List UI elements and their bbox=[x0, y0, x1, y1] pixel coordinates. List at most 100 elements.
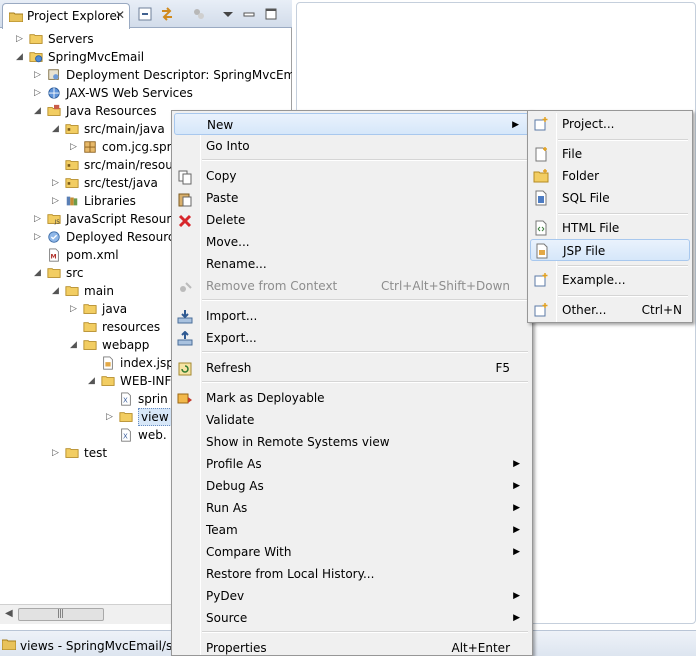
expand-toggle-icon[interactable]: ◢ bbox=[34, 264, 44, 282]
collapse-all-icon[interactable] bbox=[138, 7, 152, 21]
tree-item[interactable]: ▷ JAX-WS Web Services bbox=[0, 84, 292, 102]
tree-item-label: view bbox=[138, 408, 172, 426]
sql-file-icon bbox=[535, 190, 547, 206]
menu-item-refresh[interactable]: Refresh F5 bbox=[174, 357, 530, 379]
menu-item-mark-as-deployable[interactable]: Mark as Deployable bbox=[174, 387, 530, 409]
submenu-arrow-icon: ▶ bbox=[513, 459, 520, 469]
menu-item-remove-from-context[interactable]: Remove from Context Ctrl+Alt+Shift+Down bbox=[174, 275, 530, 297]
expand-toggle-icon[interactable]: ▷ bbox=[52, 192, 62, 210]
tree-item[interactable]: ▷ Servers bbox=[0, 30, 292, 48]
menu-item-debug-as[interactable]: Debug As ▶ bbox=[174, 475, 530, 497]
menu-item-label: File bbox=[562, 147, 583, 161]
expand-toggle-icon[interactable]: ▷ bbox=[70, 300, 80, 318]
menu-item-label: Debug As bbox=[206, 479, 264, 493]
tree-item-label: Libraries bbox=[84, 194, 136, 208]
maximize-icon[interactable] bbox=[264, 7, 278, 21]
expand-toggle-icon[interactable]: ▷ bbox=[52, 174, 62, 192]
menu-item-label: Copy bbox=[206, 169, 237, 183]
new-menu-item-file[interactable]: File bbox=[530, 143, 690, 165]
tree-item-label: Deployment Descriptor: SpringMvcEmail bbox=[66, 68, 292, 82]
expand-toggle-icon[interactable]: ▷ bbox=[52, 444, 62, 462]
scrollbar-thumb[interactable]: ||| bbox=[18, 608, 104, 621]
new-menu-item-sql-file[interactable]: SQL File bbox=[530, 187, 690, 209]
tree-item-label: Servers bbox=[48, 32, 94, 46]
view-menu-icon[interactable] bbox=[222, 7, 234, 21]
link-with-editor-icon[interactable] bbox=[160, 7, 174, 21]
minimize-icon[interactable] bbox=[242, 7, 256, 21]
menu-item-run-as[interactable]: Run As ▶ bbox=[174, 497, 530, 519]
folder-icon bbox=[83, 322, 97, 332]
folder-icon bbox=[83, 340, 97, 350]
menu-item-label: Example... bbox=[562, 273, 626, 287]
maven-file-icon: M bbox=[49, 248, 59, 262]
svg-text:X: X bbox=[123, 433, 128, 441]
jsp-file-icon bbox=[103, 356, 113, 370]
menu-item-profile-as[interactable]: Profile As ▶ bbox=[174, 453, 530, 475]
menu-item-go-into[interactable]: Go Into bbox=[174, 135, 530, 157]
menu-item-export[interactable]: Export... bbox=[174, 327, 530, 349]
new-menu-item-other[interactable]: Other... Ctrl+N bbox=[530, 299, 690, 321]
folder-icon bbox=[65, 286, 79, 296]
menu-item-pydev[interactable]: PyDev ▶ bbox=[174, 585, 530, 607]
menu-item-compare-with[interactable]: Compare With ▶ bbox=[174, 541, 530, 563]
menu-separator bbox=[558, 265, 688, 267]
expand-toggle-icon[interactable]: ▷ bbox=[16, 30, 26, 48]
tree-item-label: src/main/java bbox=[84, 122, 165, 136]
expand-toggle-icon[interactable]: ▷ bbox=[106, 408, 116, 426]
menu-item-label: Run As bbox=[206, 501, 248, 515]
tree-item-label: com.jcg.spr bbox=[102, 140, 172, 154]
new-menu-item-project[interactable]: Project... bbox=[530, 113, 690, 135]
expand-toggle-icon[interactable]: ◢ bbox=[52, 120, 62, 138]
menu-item-label: Source bbox=[206, 611, 248, 625]
menu-item-delete[interactable]: Delete bbox=[174, 209, 530, 231]
source-folder-icon bbox=[65, 178, 79, 188]
menu-item-new[interactable]: New ▶ bbox=[174, 113, 530, 135]
menu-item-label: Validate bbox=[206, 413, 255, 427]
expand-toggle-icon[interactable]: ▷ bbox=[34, 66, 44, 84]
other-wizard-icon bbox=[534, 303, 548, 317]
deployable-icon bbox=[177, 393, 192, 404]
expand-toggle-icon[interactable]: ◢ bbox=[52, 282, 62, 300]
project-explorer-tab[interactable]: Project Explorer ✕ bbox=[2, 3, 130, 29]
tree-item[interactable]: ◢ SpringMvcEmail bbox=[0, 48, 292, 66]
scroll-left-icon[interactable]: ◀ bbox=[5, 608, 13, 619]
expand-toggle-icon[interactable]: ◢ bbox=[70, 336, 80, 354]
menu-item-import[interactable]: Import... bbox=[174, 305, 530, 327]
expand-toggle-icon[interactable]: ▷ bbox=[70, 138, 80, 156]
menu-item-team[interactable]: Team ▶ bbox=[174, 519, 530, 541]
expand-toggle-icon[interactable]: ▷ bbox=[34, 84, 44, 102]
menu-item-validate[interactable]: Validate bbox=[174, 409, 530, 431]
menu-separator bbox=[558, 213, 688, 215]
focus-on-task-icon[interactable] bbox=[192, 7, 206, 21]
menu-item-copy[interactable]: Copy bbox=[174, 165, 530, 187]
close-icon[interactable]: ✕ bbox=[115, 8, 125, 22]
context-menu: New ▶ Go Into Copy Paste Delete Move... Rename.… bbox=[171, 110, 533, 656]
new-menu-item-example[interactable]: Example... bbox=[530, 269, 690, 291]
tree-item[interactable]: ▷ Deployment Descriptor: SpringMvcEmail bbox=[0, 66, 292, 84]
tree-item-label: sprin bbox=[138, 392, 168, 406]
menu-item-restore-from-local-history[interactable]: Restore from Local History... bbox=[174, 563, 530, 585]
menu-item-rename[interactable]: Rename... bbox=[174, 253, 530, 275]
expand-toggle-icon[interactable]: ◢ bbox=[88, 372, 98, 390]
menu-item-show-in-remote-systems-view[interactable]: Show in Remote Systems view bbox=[174, 431, 530, 453]
xml-file-icon: X bbox=[121, 428, 131, 442]
tree-item-label: src bbox=[66, 266, 84, 280]
menu-separator bbox=[202, 299, 528, 301]
tree-item-label: web. bbox=[138, 428, 167, 442]
menu-item-label: Go Into bbox=[206, 139, 250, 153]
menu-item-paste[interactable]: Paste bbox=[174, 187, 530, 209]
new-menu-item-jsp-file[interactable]: JSP File bbox=[530, 239, 690, 261]
javascript-resources-icon: JS bbox=[47, 214, 61, 225]
expand-toggle-icon[interactable]: ▷ bbox=[34, 210, 44, 228]
menu-item-source[interactable]: Source ▶ bbox=[174, 607, 530, 629]
menu-item-move[interactable]: Move... bbox=[174, 231, 530, 253]
expand-toggle-icon[interactable]: ◢ bbox=[34, 102, 44, 120]
delete-icon bbox=[178, 214, 192, 228]
new-menu-item-folder[interactable]: Folder bbox=[530, 165, 690, 187]
expand-toggle-icon[interactable]: ▷ bbox=[34, 228, 44, 246]
new-menu-item-html-file[interactable]: HTML File bbox=[530, 217, 690, 239]
expand-toggle-icon[interactable]: ◢ bbox=[16, 48, 26, 66]
folder-icon bbox=[2, 639, 16, 650]
menu-item-properties[interactable]: Properties Alt+Enter bbox=[174, 637, 530, 656]
menu-item-label: Properties bbox=[206, 641, 267, 655]
